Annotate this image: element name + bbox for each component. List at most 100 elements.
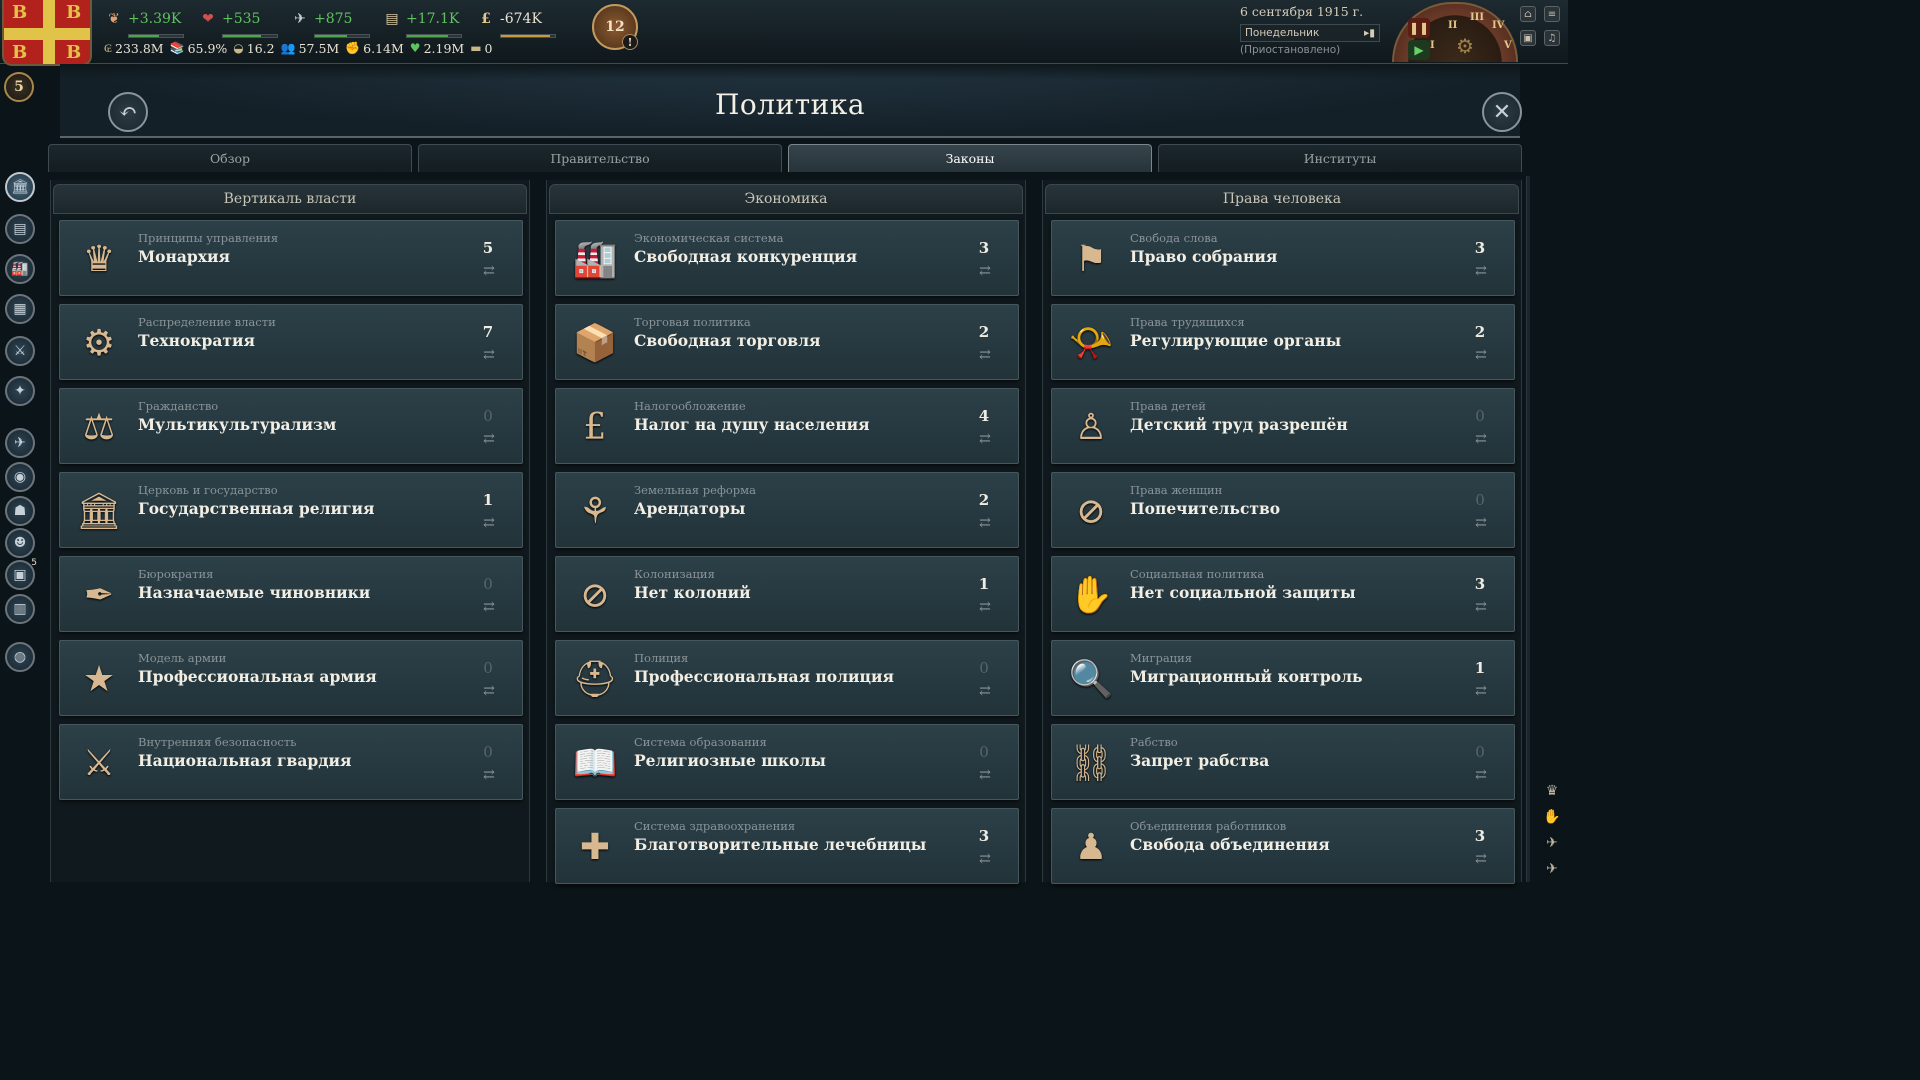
- law-card[interactable]: 📖 Система образования Религиозные школы 0 ⇄: [555, 724, 1019, 800]
- change-law-icon[interactable]: ⇄: [974, 347, 996, 363]
- law-card[interactable]: ⚘ Земельная реформа Арендаторы 2 ⇄: [555, 472, 1019, 548]
- tab-institutions[interactable]: Институты: [1158, 144, 1522, 172]
- crown-icon[interactable]: ♛: [1540, 780, 1564, 802]
- culture-icon[interactable]: ☗: [5, 496, 35, 526]
- military-icon[interactable]: ⚔: [5, 336, 35, 366]
- change-law-icon[interactable]: ⇄: [974, 263, 996, 279]
- diplomacy-icon[interactable]: ✦: [5, 376, 35, 406]
- law-name: Свободная торговля: [634, 331, 821, 350]
- tab-government[interactable]: Правительство: [418, 144, 782, 172]
- change-law-icon[interactable]: ⇄: [478, 515, 500, 531]
- journal-icon[interactable]: ▣ 5: [5, 558, 37, 590]
- law-card[interactable]: ⚙ Распределение власти Технократия 7 ⇄: [59, 304, 523, 380]
- change-law-icon[interactable]: ⇄: [1470, 767, 1492, 783]
- law-card[interactable]: 📦 Торговая политика Свободная торговля 2 ⇄: [555, 304, 1019, 380]
- law-card[interactable]: ✚ Система здравоохранения Благотворительны…: [555, 808, 1019, 884]
- law-card[interactable]: 🔍 Миграция Миграционный контроль 1 ⇄: [1051, 640, 1515, 716]
- stat-infamy[interactable]: ▬ 0: [470, 41, 492, 56]
- stat-loyalists[interactable]: ♥ 2.19M: [410, 41, 464, 56]
- pause-icon[interactable]: ❚❚: [1408, 18, 1430, 38]
- law-card[interactable]: ⊘ Колонизация Нет колоний 1 ⇄: [555, 556, 1019, 632]
- factory-icon: 🏭: [572, 239, 618, 280]
- music-icon[interactable]: ♫: [1544, 30, 1560, 46]
- resource-authority[interactable]: ❦ +3.39K: [104, 4, 184, 38]
- law-card[interactable]: ✒ Бюрократия Назначаемые чиновники 0 ⇄: [59, 556, 523, 632]
- law-name: Благотворительные лечебницы: [634, 835, 927, 854]
- society-icon[interactable]: ✈: [5, 428, 35, 458]
- budget-icon[interactable]: ▤: [5, 214, 35, 244]
- change-law-icon[interactable]: ⇄: [974, 431, 996, 447]
- change-law-icon[interactable]: ⇄: [1470, 599, 1492, 615]
- bird-icon[interactable]: ✈: [1540, 858, 1564, 880]
- change-law-icon[interactable]: ⇄: [478, 347, 500, 363]
- law-card[interactable]: ✋ Социальная политика Нет социальной защит…: [1051, 556, 1515, 632]
- change-law-icon[interactable]: ⇄: [1470, 851, 1492, 867]
- outliner-icon[interactable]: ◍: [5, 642, 35, 672]
- law-card[interactable]: ⚑ Свобода слова Право собрания 3 ⇄: [1051, 220, 1515, 296]
- resource-treasury[interactable]: £ -674K: [476, 4, 556, 38]
- law-card[interactable]: £ Налогообложение Налог на душу населения 4…: [555, 388, 1019, 464]
- law-card[interactable]: ★ Модель армии Профессиональная армия 0 ⇄: [59, 640, 523, 716]
- law-card[interactable]: ⚔ Внутренняя безопасность Национальная гва…: [59, 724, 523, 800]
- change-law-icon[interactable]: ⇄: [1470, 431, 1492, 447]
- law-card[interactable]: ⚖ Гражданство Мультикультурализм 0 ⇄: [59, 388, 523, 464]
- law-name: Назначаемые чиновники: [138, 583, 371, 602]
- dove-icon[interactable]: ✈: [1540, 832, 1564, 854]
- alerts-button[interactable]: 12 !: [592, 4, 638, 50]
- scrollbar[interactable]: [1526, 176, 1530, 882]
- change-law-icon[interactable]: ⇄: [1470, 683, 1492, 699]
- resource-income[interactable]: ▤ +17.1K: [382, 4, 462, 38]
- scales-icon: ⚖: [82, 406, 116, 448]
- game-speed-dial[interactable]: ❚❚ ▶ I II III IV V ⚙: [1392, 2, 1518, 62]
- change-law-icon[interactable]: ⇄: [974, 599, 996, 615]
- law-card[interactable]: ♟ Объединения работников Свобода объединен…: [1051, 808, 1515, 884]
- stat-sol[interactable]: ◒ 16.2: [233, 41, 274, 56]
- change-law-icon[interactable]: ⇄: [974, 767, 996, 783]
- change-law-icon[interactable]: ⇄: [478, 683, 500, 699]
- interest-groups-icon[interactable]: ☻: [5, 528, 35, 558]
- law-card[interactable]: 🏭 Экономическая система Свободная конкурен…: [555, 220, 1019, 296]
- politics-icon[interactable]: 🏛: [5, 172, 35, 202]
- change-law-icon[interactable]: ⇄: [974, 683, 996, 699]
- tab-laws[interactable]: Законы: [788, 144, 1152, 172]
- population-icon[interactable]: ◉: [5, 462, 35, 492]
- law-card[interactable]: ⛑ Полиция Профессиональная полиция 0 ⇄: [555, 640, 1019, 716]
- country-flag[interactable]: BB BB: [2, 0, 92, 66]
- authority-icon: ❦: [108, 11, 120, 27]
- tab-bar: Обзор Правительство Законы Институты: [48, 144, 1522, 172]
- hand-icon[interactable]: ✋: [1540, 806, 1564, 828]
- industry-icon[interactable]: 🏭: [5, 254, 35, 284]
- change-law-icon[interactable]: ⇄: [478, 767, 500, 783]
- tab-overview[interactable]: Обзор: [48, 144, 412, 172]
- play-icon[interactable]: ▶: [1408, 40, 1430, 60]
- change-law-icon[interactable]: ⇄: [1470, 263, 1492, 279]
- change-law-icon[interactable]: ⇄: [478, 599, 500, 615]
- change-law-icon[interactable]: ⇄: [1470, 347, 1492, 363]
- resource-bureaucracy[interactable]: ✈ +875: [290, 4, 370, 38]
- stat-radicals[interactable]: ✊ 6.14M: [345, 41, 404, 56]
- stat-gdp[interactable]: ₢ 233.8M: [104, 41, 164, 56]
- law-card[interactable]: ♙ Права детей Детский труд разрешён 0 ⇄: [1051, 388, 1515, 464]
- stat-literacy[interactable]: 📚 65.9%: [170, 41, 228, 56]
- close-button[interactable]: ✕: [1482, 92, 1522, 132]
- weekday-field[interactable]: Понедельник ▸▮: [1240, 24, 1380, 42]
- stat-population[interactable]: 👥 57.5M: [281, 41, 340, 56]
- market-icon[interactable]: ▦: [5, 294, 35, 324]
- change-law-icon[interactable]: ⇄: [478, 431, 500, 447]
- change-law-icon[interactable]: ⇄: [1470, 515, 1492, 531]
- change-law-icon[interactable]: ⇄: [974, 515, 996, 531]
- menu-icon[interactable]: ≡: [1544, 6, 1560, 22]
- law-name: Свободная конкуренция: [634, 247, 858, 266]
- law-card[interactable]: ⊘ Права женщин Попечительство 0 ⇄: [1051, 472, 1515, 548]
- law-card[interactable]: ♛ Принципы управления Монархия 5 ⇄: [59, 220, 523, 296]
- law-card[interactable]: 📯 Права трудящихся Регулирующие органы 2 ⇄: [1051, 304, 1515, 380]
- map-mode-icon[interactable]: ⌂: [1520, 6, 1536, 22]
- law-card[interactable]: ⛓ Рабство Запрет рабства 0 ⇄: [1051, 724, 1515, 800]
- law-card[interactable]: 🏛 Церковь и государство Государственная ре…: [59, 472, 523, 548]
- change-law-icon[interactable]: ⇄: [478, 263, 500, 279]
- events-icon[interactable]: ▥: [5, 594, 35, 624]
- resource-influence[interactable]: ❤ +535: [198, 4, 278, 38]
- country-rank-badge[interactable]: 5: [4, 72, 34, 102]
- ledger-icon[interactable]: ▣: [1520, 30, 1536, 46]
- change-law-icon[interactable]: ⇄: [974, 851, 996, 867]
